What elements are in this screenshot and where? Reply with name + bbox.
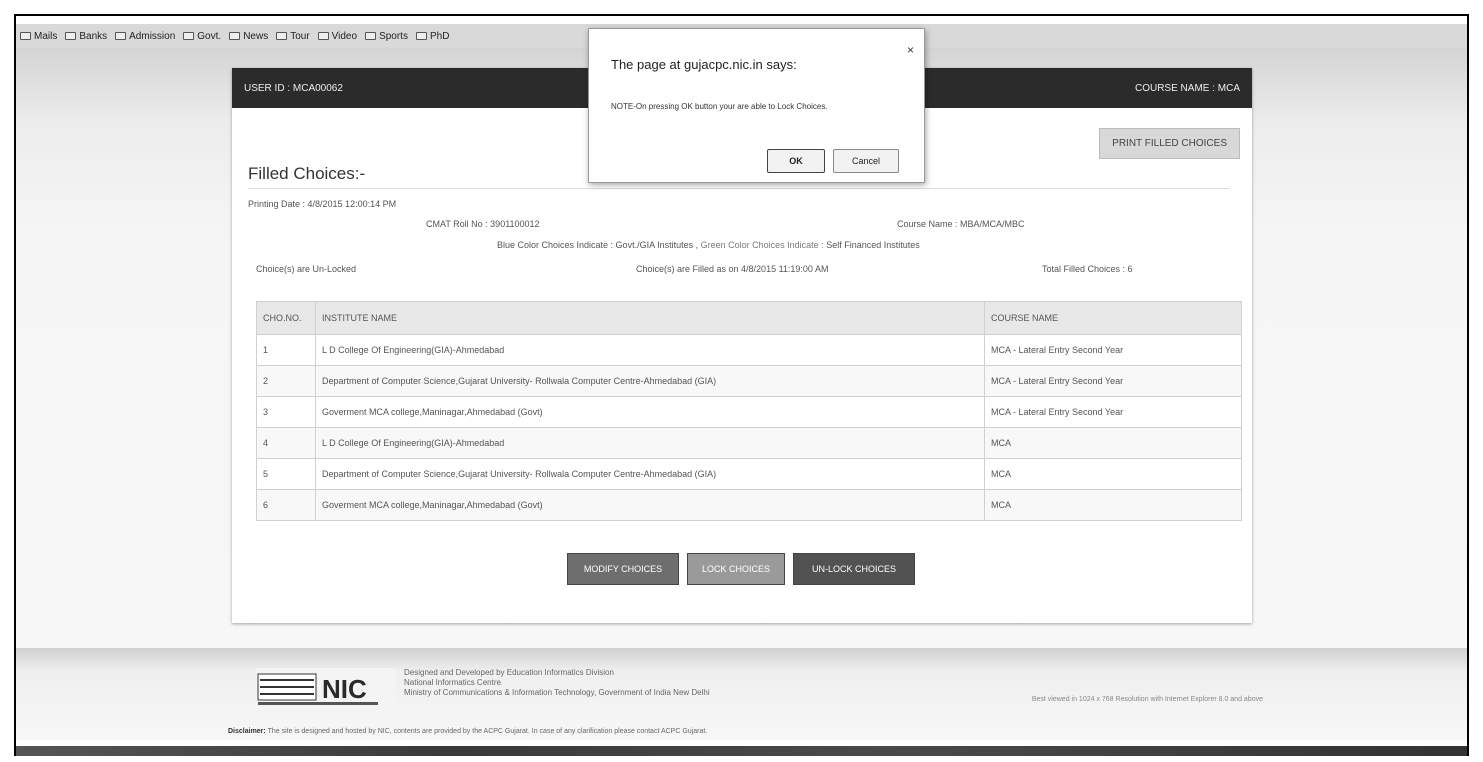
header-cho-no: CHO.NO. <box>256 301 316 335</box>
confirm-dialog: The page at gujacpc.nic.in says: × NOTE-… <box>588 28 925 183</box>
course-name-info: Course Name : MBA/MCA/MBC <box>897 219 1025 229</box>
bookmark-news[interactable]: News <box>229 31 268 42</box>
cho-no-cell: 6 <box>256 489 316 521</box>
modify-choices-button[interactable]: MODIFY CHOICES <box>567 553 679 585</box>
cho-no-cell: 4 <box>256 427 316 459</box>
folder-icon <box>317 32 329 40</box>
choices-table: CHO.NO. INSTITUTE NAME COURSE NAME 1 L D… <box>256 301 1242 521</box>
action-buttons: MODIFY CHOICES LOCK CHOICES UN-LOCK CHOI… <box>567 553 915 585</box>
table-row: 4 L D College Of Engineering(GIA)-Ahmeda… <box>256 427 1242 459</box>
institute-cell: L D College Of Engineering(GIA)-Ahmedaba… <box>315 334 985 366</box>
course-name-header: COURSE NAME : MCA <box>1134 82 1240 94</box>
lock-status: Choice(s) are Un-Locked <box>256 264 357 274</box>
institute-cell: Department of Computer Science,Gujarat U… <box>315 365 985 397</box>
bookmark-admission[interactable]: Admission <box>115 31 175 42</box>
folder-icon <box>20 32 31 40</box>
color-legend: Blue Color Choices Indicate : Govt./GIA … <box>497 240 920 250</box>
footer-line-3: Ministry of Communications & Information… <box>404 688 710 697</box>
folder-icon <box>115 32 127 40</box>
course-cell: MCA <box>984 427 1242 459</box>
user-id: USER ID : MCA00062 <box>244 82 343 94</box>
institute-cell: Department of Computer Science,Gujarat U… <box>315 458 985 490</box>
table-row: 3 Goverment MCA college,Maninagar,Ahmeda… <box>256 396 1242 428</box>
course-cell: MCA <box>984 489 1242 521</box>
course-cell: MCA <box>984 458 1242 490</box>
bookmark-label: Sports <box>379 30 408 42</box>
bookmark-phd[interactable]: PhD <box>415 30 450 42</box>
bookmark-video[interactable]: Video <box>317 30 358 42</box>
course-cell: MCA - Lateral Entry Second Year <box>984 334 1242 366</box>
header-course-name: COURSE NAME <box>984 301 1242 335</box>
cho-no-cell: 5 <box>256 458 316 490</box>
table-row: 1 L D College Of Engineering(GIA)-Ahmeda… <box>256 334 1242 366</box>
table-row: 2 Department of Computer Science,Gujarat… <box>256 365 1242 397</box>
footer-credits: Designed and Developed by Education Info… <box>404 668 710 698</box>
bookmark-label: Admission <box>129 30 176 42</box>
footer <box>16 648 1467 740</box>
bookmark-banks[interactable]: Banks <box>65 31 107 42</box>
svg-text:NIC: NIC <box>322 674 367 704</box>
institute-cell: Goverment MCA college,Maninagar,Ahmedaba… <box>315 396 985 428</box>
bookmark-label: News <box>243 30 269 42</box>
bookmark-mails[interactable]: Mails <box>20 31 57 42</box>
bookmark-label: Banks <box>79 30 108 42</box>
filled-on-date: Choice(s) are Filled as on 4/8/2015 11:1… <box>636 264 829 274</box>
ok-button[interactable]: OK <box>767 149 825 173</box>
legend-green: Green Color Choices Indicate : <box>700 240 824 250</box>
bookmark-label: Govt. <box>197 30 222 42</box>
lock-choices-button[interactable]: LOCK CHOICES <box>687 553 785 585</box>
legend-self-financed: Self Financed Institutes <box>826 240 920 250</box>
legend-blue: Blue Color Choices Indicate : Govt./GIA … <box>497 240 699 250</box>
bookmark-label: Video <box>331 30 358 42</box>
folder-icon <box>65 32 77 40</box>
taskbar-strip <box>16 746 1467 756</box>
bookmark-govt[interactable]: Govt. <box>183 31 221 42</box>
institute-cell: L D College Of Engineering(GIA)-Ahmedaba… <box>315 427 985 459</box>
folder-icon <box>229 32 241 40</box>
bookmark-sports[interactable]: Sports <box>365 31 408 42</box>
table-row: 6 Goverment MCA college,Maninagar,Ahmeda… <box>256 489 1242 521</box>
bookmark-tour[interactable]: Tour <box>276 30 310 42</box>
institute-cell: Goverment MCA college,Maninagar,Ahmedaba… <box>315 489 985 521</box>
cho-no-cell: 2 <box>256 365 316 397</box>
disclaimer-text: The site is designed and hosted by NIC, … <box>265 728 708 735</box>
close-icon[interactable]: × <box>907 43 914 57</box>
browser-frame: Mails Banks Admission Govt. News Tour Vi… <box>14 14 1469 756</box>
bookmark-label: Mails <box>34 30 58 42</box>
cho-no-cell: 1 <box>256 334 316 366</box>
folder-icon <box>183 32 195 40</box>
header-institute-name: INSTITUTE NAME <box>315 301 985 335</box>
course-cell: MCA - Lateral Entry Second Year <box>984 396 1242 428</box>
bookmark-label: PhD <box>429 30 450 42</box>
folder-icon <box>415 32 427 40</box>
cmat-roll-no: CMAT Roll No : 3901100012 <box>426 219 540 229</box>
print-filled-choices-button[interactable]: PRINT FILLED CHOICES <box>1099 128 1240 159</box>
dialog-title: The page at gujacpc.nic.in says: <box>611 57 797 72</box>
cho-no-cell: 3 <box>256 396 316 428</box>
total-filled-choices: Total Filled Choices : 6 <box>1042 264 1133 274</box>
dialog-message: NOTE-On pressing OK button your are able… <box>611 102 828 111</box>
table-header-row: CHO.NO. INSTITUTE NAME COURSE NAME <box>256 301 1242 335</box>
disclaimer-label: Disclaimer: <box>228 728 266 735</box>
course-cell: MCA - Lateral Entry Second Year <box>984 365 1242 397</box>
folder-icon <box>276 32 288 40</box>
best-viewed-note: Best viewed in 1024 x 768 Resolution wit… <box>1031 696 1263 703</box>
page-title: Filled Choices:- <box>248 164 366 183</box>
printing-date: Printing Date : 4/8/2015 12:00:14 PM <box>248 199 397 209</box>
divider <box>248 188 1230 189</box>
unlock-choices-button[interactable]: UN-LOCK CHOICES <box>793 553 915 585</box>
footer-line-1: Designed and Developed by Education Info… <box>404 668 614 677</box>
footer-line-2: National Informatics Centre <box>404 678 501 687</box>
cancel-button[interactable]: Cancel <box>833 149 899 173</box>
folder-icon <box>365 32 377 40</box>
nic-logo: NIC <box>256 668 396 708</box>
disclaimer: Disclaimer: The site is designed and hos… <box>228 728 707 735</box>
table-row: 5 Department of Computer Science,Gujarat… <box>256 458 1242 490</box>
bookmark-label: Tour <box>290 30 310 42</box>
